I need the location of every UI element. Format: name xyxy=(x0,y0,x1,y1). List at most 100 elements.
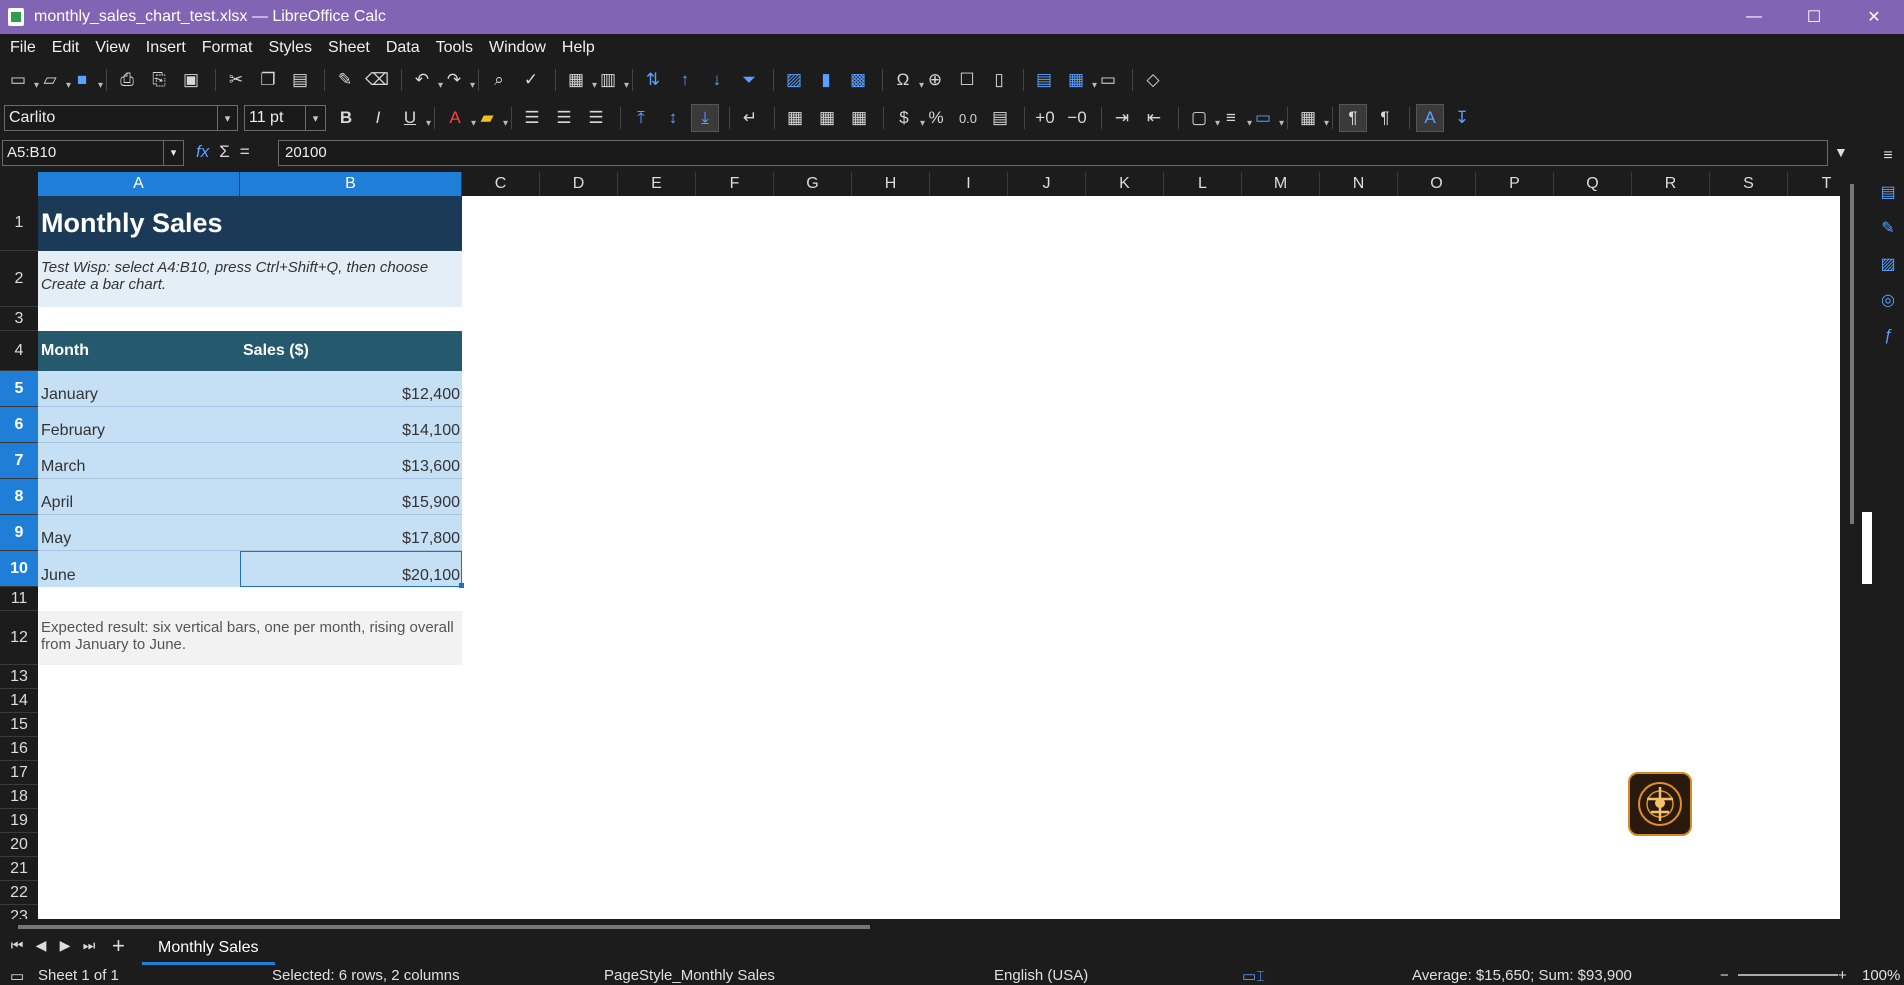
expand-formula-bar-icon[interactable]: ▼ xyxy=(1834,144,1848,160)
cut-icon[interactable]: ✂ xyxy=(222,66,250,94)
horizontal-scroll-thumb[interactable] xyxy=(18,925,870,929)
autofilter-icon[interactable]: ⏷ xyxy=(735,66,763,94)
copy-icon[interactable]: ❐ xyxy=(254,66,282,94)
chevron-down-icon[interactable]: ▾ xyxy=(163,141,183,165)
table-row[interactable]: May $17,800 xyxy=(38,515,462,551)
row-header-16[interactable]: 16 xyxy=(0,737,38,761)
unmerge-cells-icon[interactable]: ▦ xyxy=(845,104,873,132)
align-left-icon[interactable]: ☰ xyxy=(518,104,546,132)
freeze-rows-columns-icon[interactable]: ▦ xyxy=(1062,66,1097,94)
menu-file[interactable]: File xyxy=(2,34,44,62)
row-icon[interactable]: ▦ xyxy=(562,66,597,94)
cell-a12-note[interactable]: Expected result: six vertical bars, one … xyxy=(38,611,462,665)
spelling-icon[interactable]: ✓ xyxy=(517,66,545,94)
date-format-icon[interactable]: ▤ xyxy=(986,104,1014,132)
text-direction-icon[interactable]: ↧ xyxy=(1448,104,1476,132)
undo-icon[interactable]: ↶ xyxy=(408,66,443,94)
cell-a1-title[interactable]: Monthly Sales xyxy=(38,196,462,251)
export-pdf-icon[interactable]: ⎙ xyxy=(113,66,141,94)
column-header-j[interactable]: J xyxy=(1008,172,1086,196)
zoom-in-icon[interactable]: + xyxy=(1838,967,1847,984)
sort-ascending-icon[interactable]: ↑ xyxy=(671,66,699,94)
column-header-a[interactable]: A xyxy=(38,172,240,196)
paste-icon[interactable]: ▤ xyxy=(286,66,314,94)
row-header-1[interactable]: 1 xyxy=(0,196,38,251)
underline-button[interactable]: U xyxy=(396,104,431,132)
column-header-s[interactable]: S xyxy=(1710,172,1788,196)
column-header-r[interactable]: R xyxy=(1632,172,1710,196)
add-sheet-icon[interactable]: + xyxy=(112,933,125,959)
row-header-15[interactable]: 15 xyxy=(0,713,38,737)
font-size-box[interactable]: 11 pt ▾ xyxy=(244,105,326,131)
vertical-scrollbar[interactable] xyxy=(1840,172,1872,919)
document-modified-icon[interactable]: ▭ xyxy=(10,967,24,985)
zoom-slider[interactable] xyxy=(1738,974,1838,976)
sidebar-collapse-handle[interactable] xyxy=(1862,512,1872,584)
menu-styles[interactable]: Styles xyxy=(260,34,320,62)
special-character-icon[interactable]: Ω xyxy=(889,66,924,94)
column-header-b[interactable]: B xyxy=(240,172,462,196)
column-header-q[interactable]: Q xyxy=(1554,172,1632,196)
show-draw-functions-icon[interactable]: ◇ xyxy=(1139,66,1167,94)
autofill-handle[interactable] xyxy=(459,583,464,588)
menu-format[interactable]: Format xyxy=(194,34,261,62)
hyperlink-icon[interactable]: ⊕ xyxy=(921,66,949,94)
pivot-table-icon[interactable]: ▩ xyxy=(844,66,872,94)
table-row[interactable]: April $15,900 xyxy=(38,479,462,515)
clone-formatting-icon[interactable]: ✎ xyxy=(331,66,359,94)
column-header-g[interactable]: G xyxy=(774,172,852,196)
header-footer-icon[interactable]: ▯ xyxy=(985,66,1013,94)
cell-b4-header-sales[interactable]: Sales ($) xyxy=(240,331,462,371)
add-decimal-icon[interactable]: +0 xyxy=(1031,104,1059,132)
properties-icon[interactable]: ▤ xyxy=(1876,180,1900,204)
menu-sheet[interactable]: Sheet xyxy=(320,34,378,62)
align-right-icon[interactable]: ☰ xyxy=(582,104,610,132)
row-header-4[interactable]: 4 xyxy=(0,331,38,371)
row-header-9[interactable]: 9 xyxy=(0,515,38,551)
redo-icon[interactable]: ↷ xyxy=(440,66,475,94)
italic-button[interactable]: I xyxy=(364,104,392,132)
delete-decimal-icon[interactable]: −0 xyxy=(1063,104,1091,132)
clear-formatting-icon[interactable]: ⌫ xyxy=(363,66,391,94)
insert-chart-icon[interactable]: ▮ xyxy=(812,66,840,94)
cell-a4-header-month[interactable]: Month xyxy=(38,331,240,371)
row-header-19[interactable]: 19 xyxy=(0,809,38,833)
first-sheet-icon[interactable]: ⏮ xyxy=(8,937,26,954)
text-rtl-icon[interactable]: ¶ xyxy=(1371,104,1399,132)
vertical-text-icon[interactable]: A xyxy=(1416,104,1444,132)
row-header-14[interactable]: 14 xyxy=(0,689,38,713)
wrap-text-icon[interactable]: ↵ xyxy=(736,104,764,132)
row-header-20[interactable]: 20 xyxy=(0,833,38,857)
text-ltr-icon[interactable]: ¶ xyxy=(1339,104,1367,132)
column-header-i[interactable]: I xyxy=(930,172,1008,196)
row-header-7[interactable]: 7 xyxy=(0,443,38,479)
column-header-f[interactable]: F xyxy=(696,172,774,196)
row-header-21[interactable]: 21 xyxy=(0,857,38,881)
select-all-corner[interactable] xyxy=(0,172,38,196)
menu-insert[interactable]: Insert xyxy=(138,34,194,62)
sort-descending-icon[interactable]: ↓ xyxy=(703,66,731,94)
formula-input[interactable]: 20100 xyxy=(278,140,1828,166)
zoom-level[interactable]: 100% xyxy=(1862,967,1900,984)
formula-icon[interactable]: = xyxy=(240,142,250,162)
column-header-h[interactable]: H xyxy=(852,172,930,196)
print-preview-icon[interactable]: ▣ xyxy=(177,66,205,94)
align-bottom-icon[interactable]: ⤓ xyxy=(691,104,719,132)
row-header-2[interactable]: 2 xyxy=(0,251,38,307)
page-style[interactable]: PageStyle_Monthly Sales xyxy=(604,967,775,984)
border-style-icon[interactable]: ≡ xyxy=(1217,104,1252,132)
row-header-3[interactable]: 3 xyxy=(0,307,38,331)
row-header-6[interactable]: 6 xyxy=(0,407,38,443)
name-box[interactable]: A5:B10 ▾ xyxy=(2,140,184,166)
table-row[interactable]: March $13,600 xyxy=(38,443,462,479)
define-print-area-icon[interactable]: ▤ xyxy=(1030,66,1058,94)
row-header-10[interactable]: 10 xyxy=(0,551,38,587)
bold-button[interactable]: B xyxy=(332,104,360,132)
column-header-t[interactable]: T xyxy=(1788,172,1840,196)
sum-icon[interactable]: Σ xyxy=(219,142,230,162)
highlight-color-icon[interactable]: ▰ xyxy=(473,104,508,132)
next-sheet-icon[interactable]: ▶ xyxy=(56,937,74,954)
chevron-down-icon[interactable]: ▾ xyxy=(217,106,237,130)
column-header-n[interactable]: N xyxy=(1320,172,1398,196)
column-header-p[interactable]: P xyxy=(1476,172,1554,196)
